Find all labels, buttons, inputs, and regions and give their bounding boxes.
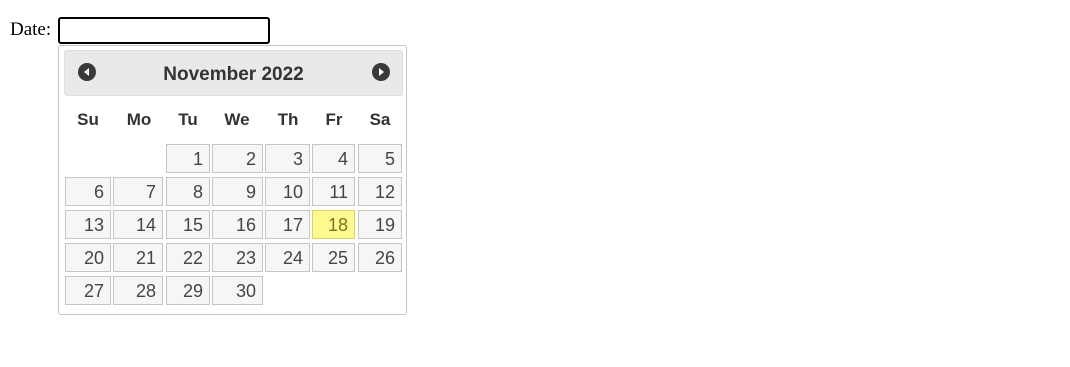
- day-of-week-fr: Fr: [325, 110, 343, 129]
- day-cell-15[interactable]: 15: [166, 210, 210, 239]
- day-cell-27[interactable]: 27: [65, 276, 111, 305]
- day-of-week-row: Su Mo Tu We Th Fr Sa: [59, 110, 408, 130]
- day-cell-4[interactable]: 4: [312, 144, 355, 173]
- month-year-title: November 2022: [163, 64, 304, 85]
- datepicker-popup: November 2022 Su Mo Tu We Th Fr Sa 1 2 3 4 5 6 7 8 9 10…: [58, 45, 407, 315]
- day-cell-26[interactable]: 26: [358, 243, 402, 272]
- day-cell-16[interactable]: 16: [212, 210, 263, 239]
- day-cell-21[interactable]: 21: [113, 243, 163, 272]
- day-cell-20[interactable]: 20: [65, 243, 111, 272]
- day-cell-13[interactable]: 13: [65, 210, 111, 239]
- date-input[interactable]: [58, 17, 270, 44]
- day-cell-6[interactable]: 6: [65, 177, 111, 206]
- day-cell-5[interactable]: 5: [358, 144, 402, 173]
- day-cell-11[interactable]: 11: [312, 177, 355, 206]
- day-cell-19[interactable]: 19: [358, 210, 402, 239]
- day-cell-29[interactable]: 29: [166, 276, 210, 305]
- day-cell-10[interactable]: 10: [265, 177, 310, 206]
- datepicker-header: November 2022: [64, 50, 403, 96]
- day-of-week-tu: Tu: [178, 110, 198, 129]
- date-label: Date:: [10, 19, 52, 40]
- day-cell-17[interactable]: 17: [265, 210, 310, 239]
- day-cell-25[interactable]: 25: [312, 243, 355, 272]
- day-cell-2[interactable]: 2: [212, 144, 263, 173]
- day-cell-8[interactable]: 8: [166, 177, 210, 206]
- day-of-week-we: We: [224, 110, 250, 129]
- day-of-week-sa: Sa: [369, 110, 391, 129]
- day-cell-7[interactable]: 7: [113, 177, 163, 206]
- day-cell-24[interactable]: 24: [265, 243, 310, 272]
- day-of-week-su: Su: [77, 110, 99, 129]
- day-of-week-th: Th: [277, 110, 299, 129]
- day-of-week-mo: Mo: [126, 110, 152, 129]
- day-cell-22[interactable]: 22: [166, 243, 210, 272]
- day-cell-23[interactable]: 23: [212, 243, 263, 272]
- day-cell-28[interactable]: 28: [113, 276, 163, 305]
- day-cell-9[interactable]: 9: [212, 177, 263, 206]
- day-cell-1[interactable]: 1: [166, 144, 210, 173]
- circle-triangle-right-icon: [376, 67, 386, 77]
- day-cell-3[interactable]: 3: [265, 144, 310, 173]
- day-cell-18[interactable]: 18: [312, 210, 355, 239]
- day-cell-12[interactable]: 12: [358, 177, 402, 206]
- day-cell-14[interactable]: 14: [113, 210, 163, 239]
- next-month-button[interactable]: [372, 63, 390, 81]
- day-cell-30[interactable]: 30: [212, 276, 263, 305]
